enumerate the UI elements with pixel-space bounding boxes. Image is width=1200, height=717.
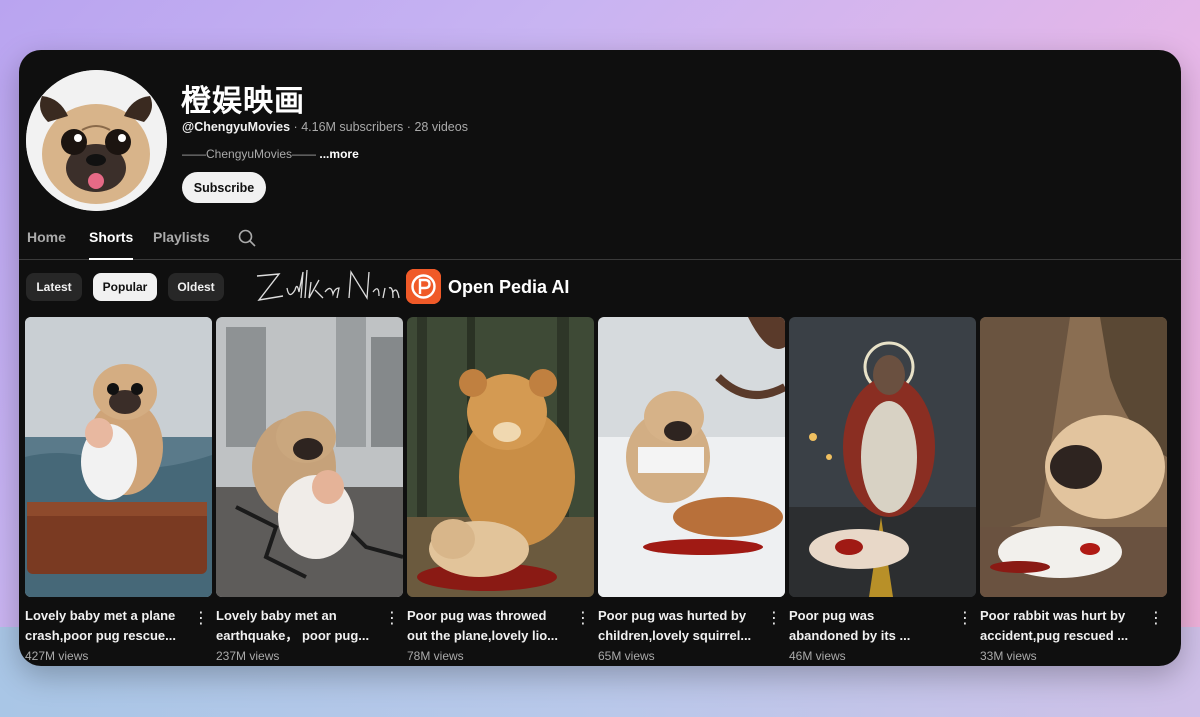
more-link[interactable]: ...more: [319, 147, 358, 161]
filter-oldest[interactable]: Oldest: [168, 273, 224, 301]
signature-watermark: [253, 262, 403, 308]
more-vert-icon[interactable]: ⋮: [957, 610, 973, 628]
tab-home[interactable]: Home: [27, 230, 66, 260]
tab-shorts[interactable]: Shorts: [89, 230, 134, 260]
tab-playlists[interactable]: Playlists: [153, 230, 210, 260]
pug-avatar-image: [26, 70, 167, 211]
short-thumbnail[interactable]: [216, 317, 403, 597]
filter-popular[interactable]: Popular: [93, 273, 157, 301]
more-vert-icon[interactable]: ⋮: [384, 610, 400, 628]
view-count: 46M views: [789, 649, 846, 663]
short-thumbnail[interactable]: [980, 317, 1167, 597]
channel-description[interactable]: ——ChengyuMovies—— ...more: [182, 147, 359, 161]
short-title[interactable]: Poor rabbit was hurt by accident,pug res…: [980, 606, 1140, 646]
short-card[interactable]: Poor pug was abandoned by its ... ⋮ 46M …: [789, 317, 976, 666]
short-title-line: Poor pug was hurted by: [598, 608, 747, 623]
description-text: ——ChengyuMovies——: [182, 147, 317, 161]
short-card[interactable]: Poor rabbit was hurt by accident,pug res…: [980, 317, 1167, 666]
video-count: 28 videos: [414, 120, 468, 134]
more-vert-icon[interactable]: ⋮: [1148, 610, 1164, 628]
short-title-line: abandoned by its ...: [789, 628, 911, 643]
view-count: 427M views: [25, 649, 89, 663]
youtube-channel-window: 橙娱映画 @ChengyuMovies · 4.16M subscribers …: [19, 50, 1181, 666]
short-card[interactable]: Lovely baby met an earthquake， poor pug.…: [216, 317, 403, 666]
channel-avatar[interactable]: [26, 70, 167, 211]
channel-tabs: Home Shorts Playlists: [19, 222, 1181, 260]
more-vert-icon[interactable]: ⋮: [575, 610, 591, 628]
short-card[interactable]: Poor pug was hurted by children,lovely s…: [598, 317, 785, 666]
view-count: 237M views: [216, 649, 280, 663]
channel-handle[interactable]: @ChengyuMovies: [182, 120, 290, 134]
short-title-line: children,lovely squirrel...: [598, 628, 752, 643]
signature-text: Zulkar Naim: [19, 50, 20, 51]
short-title[interactable]: Poor pug was hurted by children,lovely s…: [598, 606, 758, 646]
short-thumbnail[interactable]: [598, 317, 785, 597]
short-title-line: crash,poor pug rescue...: [25, 628, 176, 643]
short-thumbnail[interactable]: [407, 317, 594, 597]
short-title-line: Poor rabbit was hurt by: [980, 608, 1126, 623]
short-title-line: accident,pug rescued ...: [980, 628, 1129, 643]
filter-latest[interactable]: Latest: [26, 273, 82, 301]
view-count: 65M views: [598, 649, 655, 663]
meta-separator: ·: [293, 120, 298, 134]
meta-separator: ·: [406, 120, 411, 134]
subscribe-button[interactable]: Subscribe: [182, 172, 266, 203]
short-title-line: out the plane,lovely lio...: [407, 628, 558, 643]
short-card[interactable]: Poor pug was throwed out the plane,lovel…: [407, 317, 594, 666]
channel-title: 橙娱映画: [181, 85, 305, 118]
subscriber-count: 4.16M subscribers: [301, 120, 404, 134]
more-vert-icon[interactable]: ⋮: [766, 610, 782, 628]
view-count: 78M views: [407, 649, 464, 663]
short-title-line: Lovely baby met an: [216, 608, 337, 623]
open-pedia-logo-icon: [406, 269, 441, 304]
short-title[interactable]: Lovely baby met a plane crash,poor pug r…: [25, 606, 185, 646]
channel-meta: @ChengyuMovies · 4.16M subscribers · 28 …: [182, 120, 468, 134]
short-title-line: earthquake， poor pug...: [216, 628, 370, 643]
short-thumbnail[interactable]: [789, 317, 976, 597]
short-card[interactable]: Lovely baby met a plane crash,poor pug r…: [25, 317, 212, 666]
view-count: 33M views: [980, 649, 1037, 663]
short-thumbnail[interactable]: [25, 317, 212, 597]
short-title-line: Lovely baby met a plane: [25, 608, 176, 623]
short-title[interactable]: Poor pug was throwed out the plane,lovel…: [407, 606, 567, 646]
open-pedia-brand: Open Pedia AI: [448, 277, 570, 297]
short-title-line: Poor pug was: [789, 608, 875, 623]
short-title-line: Poor pug was throwed: [407, 608, 547, 623]
short-title[interactable]: Lovely baby met an earthquake， poor pug.…: [216, 606, 376, 646]
more-vert-icon[interactable]: ⋮: [193, 610, 209, 628]
search-icon[interactable]: [237, 228, 257, 248]
short-title[interactable]: Poor pug was abandoned by its ...: [789, 606, 949, 646]
